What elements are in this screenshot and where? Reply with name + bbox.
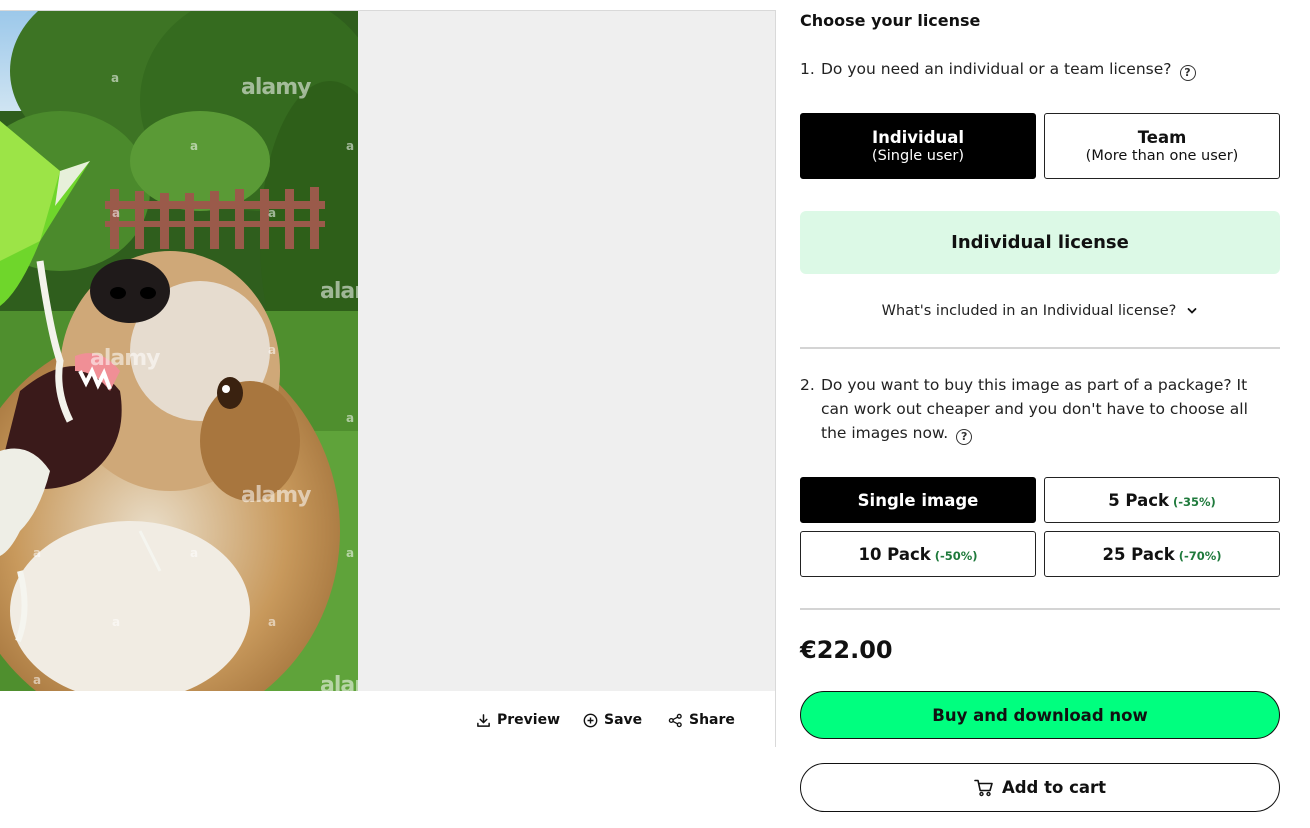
buy-and-download-button[interactable]: Buy and download now: [800, 691, 1280, 739]
option-subtitle: (Single user): [871, 148, 965, 164]
option-title: Individual: [871, 128, 965, 147]
twenty-five-pack-option[interactable]: 25 Pack (-70%): [1044, 531, 1280, 577]
photo-area: alamy alamy alamy alamy alamy a a a a a …: [0, 11, 775, 691]
question-text: Do you want to buy this image as part of…: [821, 376, 1248, 442]
discount-badge: (-35%): [1172, 494, 1216, 509]
help-icon[interactable]: ?: [1179, 65, 1196, 81]
individual-option[interactable]: Individual (Single user): [800, 113, 1036, 179]
discount-badge: (-50%): [934, 548, 978, 563]
option-title: 5 Pack: [1108, 490, 1169, 510]
ten-pack-option[interactable]: 10 Pack (-50%): [800, 531, 1036, 577]
share-label: Share: [689, 712, 735, 728]
plus-circle-icon: [583, 713, 598, 727]
question-license-type: 1. Do you need an individual or a team l…: [800, 57, 1280, 81]
watermark-a: a: [268, 615, 276, 629]
preview-label: Preview: [497, 712, 561, 728]
dog-photo-illustration: [0, 11, 358, 691]
included-toggle[interactable]: What's included in an Individual license…: [800, 300, 1280, 322]
dog-photo[interactable]: alamy alamy alamy alamy alamy a a a a a …: [0, 11, 358, 691]
discount-badge: (-70%): [1178, 548, 1222, 563]
image-toolbar: Preview Save Share: [0, 691, 775, 747]
included-label: What's included in an Individual license…: [881, 303, 1177, 319]
save-button[interactable]: Save: [583, 709, 642, 731]
five-pack-option[interactable]: 5 Pack (-35%): [1044, 477, 1280, 523]
single-image-option[interactable]: Single image: [800, 477, 1036, 523]
watermark-a: a: [33, 673, 41, 687]
option-title: Single image: [857, 490, 979, 510]
question-number: 1.: [800, 60, 815, 78]
chevron-down-icon: [1187, 308, 1197, 314]
watermark-a: a: [112, 206, 120, 220]
question-package: 2. Do you want to buy this image as part…: [800, 373, 1270, 445]
option-title: 10 Pack: [858, 544, 931, 564]
watermark-a: a: [190, 139, 198, 153]
option-title: 25 Pack: [1102, 544, 1175, 564]
add-to-cart-button[interactable]: Add to cart: [800, 763, 1280, 812]
watermark-a: a: [112, 615, 120, 629]
add-to-cart-label: Add to cart: [1001, 778, 1107, 797]
watermark-a: a: [268, 206, 276, 220]
watermark-a: a: [346, 546, 354, 560]
team-option[interactable]: Team (More than one user): [1044, 113, 1280, 179]
watermark-alamy: alamy: [241, 75, 311, 100]
watermark-alamy: alamy: [320, 279, 358, 304]
help-icon[interactable]: ?: [956, 429, 973, 445]
watermark-a: a: [346, 139, 354, 153]
watermark-a: a: [111, 71, 119, 85]
watermark-a: a: [190, 546, 198, 560]
selected-license-box: Individual license: [800, 211, 1280, 274]
divider: [800, 347, 1280, 349]
download-icon: [477, 713, 490, 727]
share-icon: [668, 713, 682, 727]
watermark-a: a: [33, 546, 41, 560]
cart-icon: [974, 779, 993, 796]
watermark-alamy: alamy: [90, 346, 160, 371]
question-number: 2.: [800, 376, 815, 394]
watermark-a: a: [268, 343, 276, 357]
share-button[interactable]: Share: [668, 709, 735, 731]
preview-button[interactable]: Preview: [476, 709, 560, 731]
watermark-alamy: alamy: [241, 483, 311, 508]
price: €22.00: [800, 636, 893, 664]
divider: [800, 608, 1280, 610]
watermark-alamy: alamy: [320, 673, 358, 691]
save-label: Save: [604, 712, 643, 728]
option-title: Team: [1137, 128, 1187, 147]
image-viewer: alamy alamy alamy alamy alamy a a a a a …: [0, 10, 776, 747]
watermark-a: a: [346, 411, 354, 425]
question-text: Do you need an individual or a team lice…: [821, 60, 1172, 78]
option-subtitle: (More than one user): [1085, 148, 1239, 164]
license-heading: Choose your license: [800, 11, 981, 30]
